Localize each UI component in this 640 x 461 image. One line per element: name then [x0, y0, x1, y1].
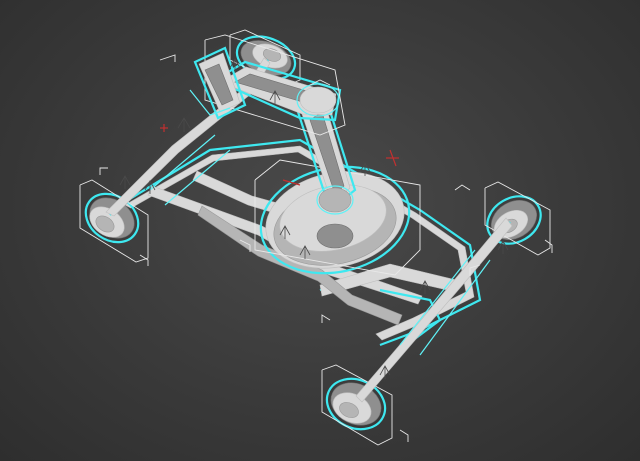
scene-canvas[interactable]	[0, 0, 640, 461]
3d-viewport[interactable]	[0, 0, 640, 461]
gripper-head[interactable]	[189, 46, 247, 120]
